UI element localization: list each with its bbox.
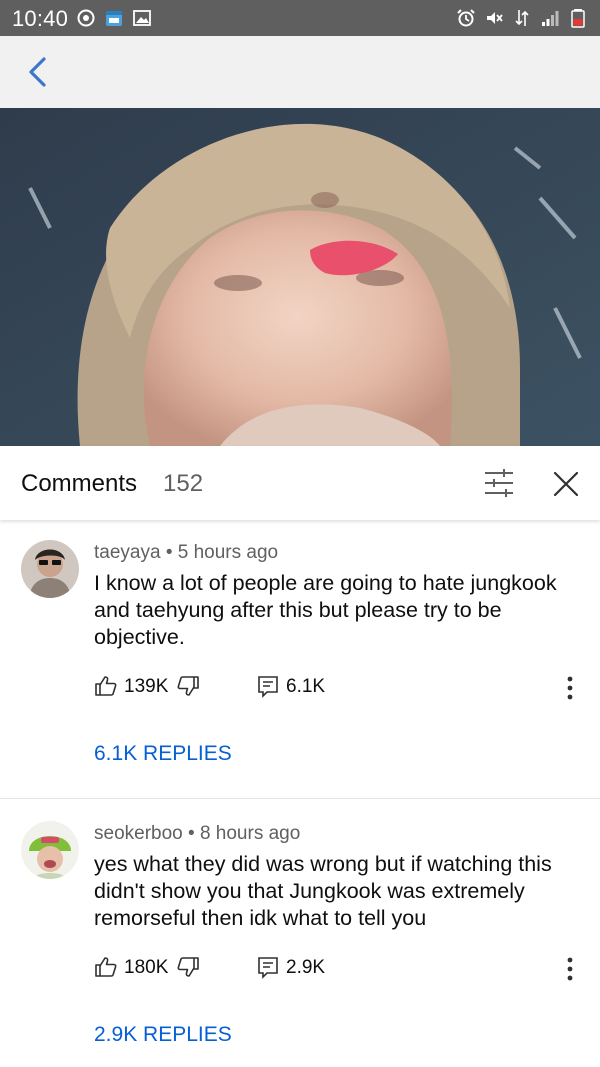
alarm-icon bbox=[457, 9, 475, 27]
calendar-icon bbox=[106, 11, 122, 26]
comment-item: seokerboo • 8 hours ago yes what they di… bbox=[0, 799, 600, 1067]
view-replies-link[interactable]: 6.1K REPLIES bbox=[94, 742, 232, 766]
thumbs-up-icon bbox=[95, 676, 117, 696]
battery-icon bbox=[571, 9, 585, 28]
dislike-button[interactable] bbox=[176, 955, 200, 979]
thumbs-up-icon bbox=[95, 957, 117, 977]
signal-icon bbox=[542, 11, 559, 26]
like-count: 180K bbox=[124, 957, 169, 978]
comment-author[interactable]: seokerboo bbox=[94, 823, 183, 844]
more-options-button[interactable] bbox=[558, 672, 582, 704]
like-button[interactable] bbox=[94, 674, 118, 698]
comment-author[interactable]: taeyaya bbox=[94, 542, 161, 563]
reply-count: 6.1K bbox=[286, 676, 326, 697]
mute-icon bbox=[487, 12, 503, 24]
comment-reply-icon bbox=[258, 957, 278, 979]
comment-item: taeyaya • 5 hours ago I know a lot of pe… bbox=[0, 520, 600, 798]
comment-reply-icon bbox=[258, 676, 278, 698]
thumbs-down-icon bbox=[177, 957, 199, 977]
view-replies-link[interactable]: 2.9K REPLIES bbox=[94, 1023, 232, 1047]
comments-title: Comments bbox=[21, 470, 138, 497]
dislike-button[interactable] bbox=[176, 674, 200, 698]
comment-actions: 139K 6.1K bbox=[94, 672, 584, 704]
avatar[interactable] bbox=[21, 821, 79, 879]
data-icon bbox=[515, 10, 529, 26]
comment-time: 5 hours ago bbox=[177, 542, 279, 563]
thumbs-down-icon bbox=[177, 676, 199, 696]
sync-icon bbox=[77, 9, 95, 27]
comment-text: I know a lot of people are going to hate… bbox=[94, 571, 557, 649]
status-bar: 10:40 bbox=[0, 0, 600, 36]
back-button[interactable] bbox=[20, 52, 56, 92]
more-vertical-icon bbox=[567, 957, 573, 981]
top-bar bbox=[0, 36, 600, 108]
comment-meta: taeyaya • 5 hours ago bbox=[94, 542, 278, 564]
reply-button[interactable] bbox=[256, 674, 280, 698]
video-player[interactable] bbox=[0, 108, 600, 446]
close-comments-button[interactable] bbox=[548, 466, 584, 502]
meta-separator: • bbox=[165, 542, 173, 563]
like-button[interactable] bbox=[94, 955, 118, 979]
sort-filter-button[interactable] bbox=[482, 466, 516, 500]
status-time: 10:40 bbox=[12, 6, 69, 31]
like-count: 139K bbox=[124, 676, 169, 697]
status-icons-left bbox=[76, 8, 152, 28]
close-icon bbox=[553, 471, 579, 497]
comment-time: 8 hours ago bbox=[199, 823, 301, 844]
more-options-button[interactable] bbox=[558, 953, 582, 985]
comment-text: yes what they did was wrong but if watch… bbox=[94, 852, 552, 930]
avatar[interactable] bbox=[21, 540, 79, 598]
status-icons-right bbox=[456, 8, 588, 28]
chevron-left-icon bbox=[29, 57, 46, 87]
reply-button[interactable] bbox=[256, 955, 280, 979]
meta-separator: • bbox=[188, 823, 195, 844]
reply-count: 2.9K bbox=[286, 957, 326, 978]
comment-meta: seokerboo • 8 hours ago bbox=[94, 823, 300, 845]
comments-count: 152 bbox=[163, 470, 204, 497]
more-vertical-icon bbox=[567, 676, 573, 700]
comment-actions: 180K 2.9K bbox=[94, 953, 584, 985]
sliders-icon bbox=[485, 469, 513, 497]
gallery-icon bbox=[133, 10, 151, 26]
